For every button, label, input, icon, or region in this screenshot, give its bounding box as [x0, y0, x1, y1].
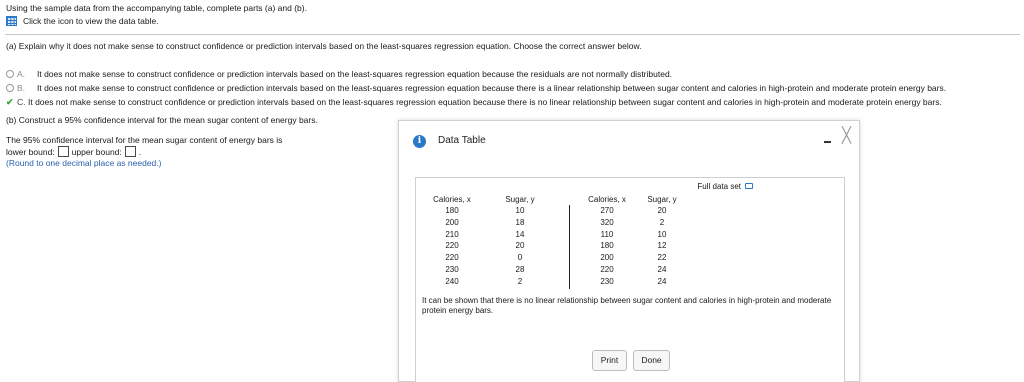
radio-a[interactable] [6, 70, 14, 78]
answer-options: A. It does not make sense to construct c… [6, 67, 946, 109]
table-cell: 320 [600, 217, 614, 227]
done-button[interactable]: Done [633, 350, 670, 371]
option-text-c: It does not make sense to construct conf… [28, 97, 942, 107]
col-sugar-2: Sugar, y 20 2 10 12 22 24 24 [642, 195, 682, 288]
table-cell: 18 [515, 217, 525, 227]
checkmark-icon[interactable]: ✔ [6, 97, 15, 107]
table-icon[interactable] [6, 15, 17, 26]
table-cell: 14 [515, 229, 525, 239]
header-sugar-1: Sugar, y [505, 195, 535, 204]
intro-section: Using the sample data from the accompany… [6, 2, 307, 27]
option-letter-c: C. [17, 97, 26, 107]
table-cell: 28 [515, 264, 525, 274]
table-cell: 220 [445, 241, 459, 251]
click-icon-text: Click the icon to view the data table. [23, 15, 159, 26]
table-cell: 20 [657, 206, 667, 215]
table-cell: 240 [445, 276, 459, 286]
table-cell: 0 [517, 253, 523, 263]
option-b[interactable]: B. It does not make sense to construct c… [6, 81, 946, 95]
radio-b[interactable] [6, 84, 14, 92]
upper-bound-label: upper bound: [71, 146, 122, 157]
print-button[interactable]: Print [592, 350, 627, 371]
option-c[interactable]: ✔ C. It does not make sense to construct… [6, 95, 946, 109]
table-divider [569, 205, 570, 289]
table-cell: 22 [657, 253, 667, 263]
option-letter-a: A. [17, 69, 26, 79]
upper-bound-input[interactable] [124, 146, 136, 157]
instruction-text: Using the sample data from the accompany… [6, 3, 307, 13]
table-cell: 24 [657, 264, 667, 274]
table-cell: 110 [600, 229, 614, 239]
table-cell: 24 [657, 276, 667, 286]
close-icon[interactable]: ╳ [842, 128, 856, 143]
option-a[interactable]: A. It does not make sense to construct c… [6, 67, 946, 81]
table-cell: 200 [600, 253, 614, 263]
option-text-b: It does not make sense to construct conf… [37, 83, 947, 93]
table-cell: 10 [657, 229, 667, 239]
table-cell: 200 [445, 217, 459, 227]
data-table-link[interactable]: Click the icon to view the data table. [6, 14, 307, 27]
minimize-button[interactable] [823, 133, 833, 147]
table-cell: 230 [600, 276, 614, 286]
data-table-dialog: i Data Table ╳ Full data set Calories, x… [398, 120, 860, 382]
data-panel: Full data set Calories, x 180 200 210 22… [415, 177, 845, 382]
table-cell: 2 [659, 217, 665, 227]
table-cell: 220 [445, 253, 459, 263]
bounds-row: lower bound: upper bound: . [6, 145, 318, 158]
col-calories-2: Calories, x 270 320 110 180 200 220 230 [587, 195, 627, 288]
table-cell: 180 [600, 241, 614, 251]
full-data-set-link[interactable]: Full data set [697, 181, 753, 191]
option-text-a: It does not make sense to construct conf… [37, 69, 673, 79]
table-note: It can be shown that there is no linear … [422, 296, 832, 315]
table-cell: 10 [515, 206, 525, 215]
full-data-set-label: Full data set [697, 181, 741, 191]
col-calories-1: Calories, x 180 200 210 220 220 230 240 [432, 195, 472, 288]
header-calories-1: Calories, x [433, 195, 471, 204]
round-note: (Round to one decimal place as needed.) [6, 158, 162, 168]
table-cell: 210 [445, 229, 459, 239]
period: . [138, 146, 142, 157]
table-cell: 20 [515, 241, 525, 251]
ci-text: The 95% confidence interval for the mean… [6, 135, 283, 145]
lower-bound-label: lower bound: [6, 146, 55, 157]
table-cell: 2 [517, 276, 523, 286]
divider [5, 34, 1020, 35]
part-b-title: (b) Construct a 95% confidence interval … [6, 115, 318, 125]
table-cell: 180 [445, 206, 459, 215]
header-calories-2: Calories, x [588, 195, 626, 204]
table-cell: 230 [445, 264, 459, 274]
table-cell: 270 [600, 206, 614, 215]
dialog-header: i Data Table ╳ [399, 121, 859, 155]
part-a-question: (a) Explain why it does not make sense t… [6, 41, 642, 51]
header-sugar-2: Sugar, y [647, 195, 677, 204]
table-cell: 220 [600, 264, 614, 274]
lower-bound-input[interactable] [57, 146, 69, 157]
part-b-section: (b) Construct a 95% confidence interval … [6, 114, 318, 169]
option-letter-b: B. [17, 83, 26, 93]
info-icon: i [413, 135, 426, 148]
copy-icon[interactable] [745, 183, 753, 189]
table-cell: 12 [657, 241, 667, 251]
dialog-title: Data Table [438, 135, 486, 146]
col-sugar-1: Sugar, y 10 18 14 20 0 28 2 [500, 195, 540, 288]
